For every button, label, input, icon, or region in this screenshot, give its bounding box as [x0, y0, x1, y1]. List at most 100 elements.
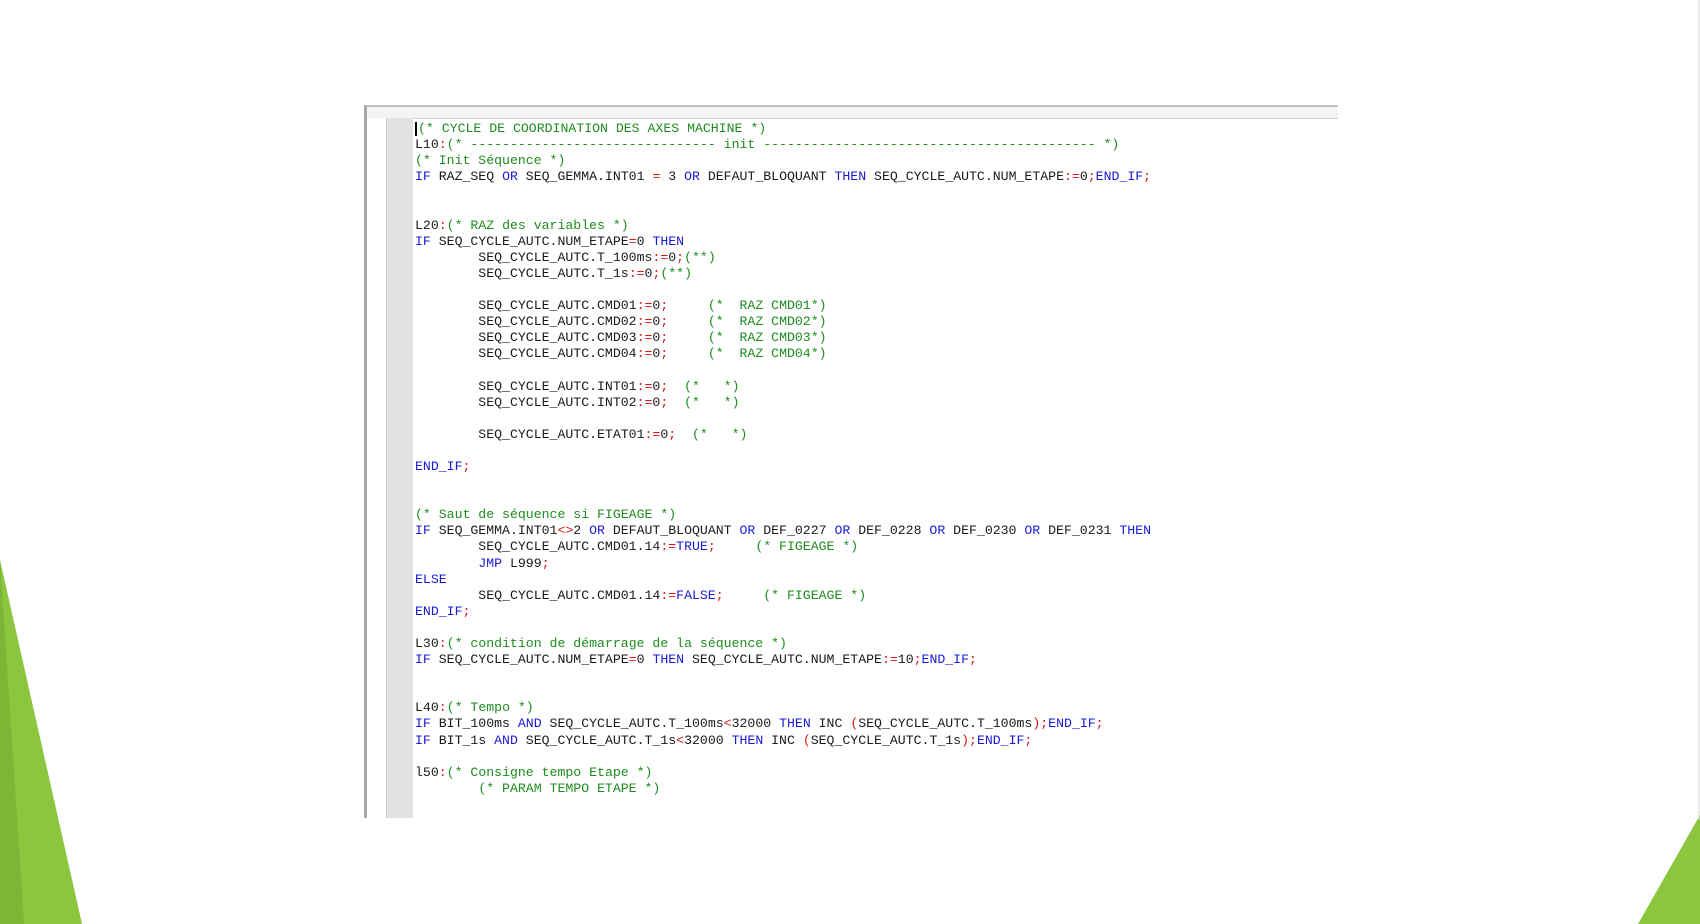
- token-comment: (* ------------------------------- init …: [446, 137, 1120, 153]
- token-operator: :=: [636, 330, 653, 346]
- code-line[interactable]: L10:(* ------------------------------- i…: [415, 137, 1338, 153]
- code-line[interactable]: [415, 201, 1338, 217]
- token-code-text: DEF_0231: [1040, 523, 1120, 539]
- code-line[interactable]: SEQ_CYCLE_AUTC.INT02:=0; (* *): [415, 395, 1338, 411]
- token-operator: ;: [1087, 169, 1096, 185]
- token-comment: (* *): [684, 394, 740, 410]
- code-line[interactable]: SEQ_CYCLE_AUTC.ETAT01:=0; (* *): [415, 427, 1338, 443]
- code-line[interactable]: [415, 620, 1338, 636]
- code-line[interactable]: SEQ_CYCLE_AUTC.CMD02:=0; (* RAZ CMD02*): [415, 314, 1338, 330]
- token-code-text: l50: [415, 764, 439, 780]
- code-line[interactable]: (* CYCLE DE COORDINATION DES AXES MACHIN…: [415, 121, 1338, 137]
- token-operator: :: [438, 217, 447, 233]
- code-line[interactable]: ELSE: [415, 572, 1338, 588]
- editor-top-border: [367, 107, 1338, 119]
- token-code-text: SEQ_CYCLE_AUTC.NUM_ETAPE: [866, 169, 1064, 185]
- token-code-text: RAZ_SEQ: [430, 169, 503, 185]
- token-code-text: 32000: [731, 716, 780, 732]
- token-keyword: END_IF: [415, 458, 463, 474]
- code-line[interactable]: SEQ_CYCLE_AUTC.T_1s:=0;(**): [415, 266, 1338, 282]
- token-code-text: [668, 395, 684, 410]
- code-line[interactable]: [415, 411, 1338, 427]
- token-code-text: DEF_0230: [945, 523, 1025, 539]
- code-line[interactable]: L20:(* RAZ des variables *): [415, 218, 1338, 234]
- token-code-text: INC: [810, 716, 851, 732]
- code-line[interactable]: END_IF;: [415, 459, 1338, 475]
- token-code-text: [676, 427, 692, 442]
- code-line[interactable]: SEQ_CYCLE_AUTC.CMD01.14:=FALSE; (* FIGEA…: [415, 588, 1338, 604]
- token-keyword: END_IF: [976, 732, 1025, 748]
- code-line[interactable]: IF BIT_1s AND SEQ_CYCLE_AUTC.T_1s<32000 …: [415, 733, 1338, 749]
- token-code-text: 2: [573, 523, 590, 539]
- code-line[interactable]: [415, 684, 1338, 700]
- code-line[interactable]: IF RAZ_SEQ OR SEQ_GEMMA.INT01 = 3 OR DEF…: [415, 169, 1338, 185]
- token-code-text: [668, 330, 708, 345]
- token-code-text: SEQ_GEMMA.INT01: [517, 169, 653, 185]
- token-keyword: THEN: [652, 233, 685, 249]
- code-line[interactable]: SEQ_CYCLE_AUTC.CMD04:=0; (* RAZ CMD04*): [415, 346, 1338, 362]
- code-line[interactable]: IF SEQ_GEMMA.INT01<>2 OR DEFAUT_BLOQUANT…: [415, 523, 1338, 539]
- code-line[interactable]: (* Saut de séquence si FIGEAGE *): [415, 507, 1338, 523]
- token-comment: (* *): [684, 378, 740, 394]
- token-code-text: [724, 588, 764, 603]
- token-operator: ;: [715, 587, 724, 603]
- token-operator: :: [438, 700, 447, 716]
- code-line[interactable]: JMP L999;: [415, 556, 1338, 572]
- token-operator: :=: [1064, 169, 1080, 185]
- code-line[interactable]: IF BIT_100ms AND SEQ_CYCLE_AUTC.T_100ms<…: [415, 716, 1338, 732]
- token-code-text: INC: [763, 732, 803, 748]
- token-code-text: [668, 379, 684, 394]
- token-comment: (* Consigne tempo Etape *): [446, 764, 653, 780]
- token-code-text: L20: [415, 217, 439, 233]
- code-line[interactable]: l50:(* Consigne tempo Etape *): [415, 765, 1338, 781]
- code-line[interactable]: [415, 491, 1338, 507]
- token-operator: );: [1032, 716, 1049, 732]
- code-line[interactable]: L30:(* condition de démarrage de la séqu…: [415, 636, 1338, 652]
- token-code-text: [415, 556, 478, 571]
- token-code-text: SEQ_CYCLE_AUTC.NUM_ETAPE: [430, 652, 629, 668]
- token-operator: :: [438, 764, 447, 780]
- code-editor[interactable]: (* CYCLE DE COORDINATION DES AXES MACHIN…: [364, 105, 1338, 818]
- token-keyword: END_IF: [921, 652, 970, 668]
- token-operator: ;: [969, 652, 977, 668]
- token-comment: (* RAZ CMD04*): [707, 346, 827, 362]
- code-line[interactable]: [415, 362, 1338, 378]
- token-comment: (* RAZ CMD01*): [707, 298, 827, 314]
- token-keyword: THEN: [779, 716, 811, 732]
- code-line[interactable]: SEQ_CYCLE_AUTC.CMD03:=0; (* RAZ CMD03*): [415, 330, 1338, 346]
- code-line[interactable]: IF SEQ_CYCLE_AUTC.NUM_ETAPE=0 THEN SEQ_C…: [415, 652, 1338, 668]
- token-operator: :=: [636, 298, 653, 314]
- code-area[interactable]: (* CYCLE DE COORDINATION DES AXES MACHIN…: [415, 121, 1338, 818]
- code-line[interactable]: SEQ_CYCLE_AUTC.INT01:=0; (* *): [415, 379, 1338, 395]
- token-operator: :: [438, 636, 447, 651]
- token-code-text: SEQ_CYCLE_AUTC.CMD04: [415, 346, 637, 362]
- token-operator: :=: [660, 587, 677, 603]
- code-line[interactable]: END_IF;: [415, 604, 1338, 620]
- code-line[interactable]: [415, 282, 1338, 298]
- code-line[interactable]: IF SEQ_CYCLE_AUTC.NUM_ETAPE=0 THEN: [415, 234, 1338, 250]
- token-code-text: L10: [415, 137, 439, 153]
- token-keyword: IF: [415, 169, 431, 185]
- code-line[interactable]: [415, 185, 1338, 201]
- token-operator: :=: [636, 394, 653, 410]
- code-line[interactable]: [415, 668, 1338, 684]
- token-keyword: FALSE: [676, 587, 716, 603]
- code-line[interactable]: L40:(* Tempo *): [415, 700, 1338, 716]
- token-operator: (: [802, 732, 811, 748]
- code-line[interactable]: [415, 749, 1338, 765]
- token-operator: <: [723, 716, 732, 732]
- token-comment: (* RAZ CMD02*): [707, 314, 827, 330]
- code-line[interactable]: SEQ_CYCLE_AUTC.T_100ms:=0;(**): [415, 250, 1338, 266]
- token-keyword: END_IF: [1048, 716, 1096, 732]
- code-line[interactable]: [415, 443, 1338, 459]
- code-line[interactable]: (* PARAM TEMPO ETAPE *): [415, 781, 1338, 797]
- token-code-text: L999: [502, 555, 542, 571]
- token-operator: :=: [636, 314, 653, 330]
- code-line[interactable]: (* Init Séquence *): [415, 153, 1338, 169]
- token-operator: =: [628, 652, 637, 668]
- code-line[interactable]: [415, 475, 1338, 491]
- token-keyword: TRUE: [676, 539, 708, 555]
- token-operator: :=: [636, 378, 653, 394]
- code-line[interactable]: SEQ_CYCLE_AUTC.CMD01:=0; (* RAZ CMD01*): [415, 298, 1338, 314]
- code-line[interactable]: SEQ_CYCLE_AUTC.CMD01.14:=TRUE; (* FIGEAG…: [415, 539, 1338, 555]
